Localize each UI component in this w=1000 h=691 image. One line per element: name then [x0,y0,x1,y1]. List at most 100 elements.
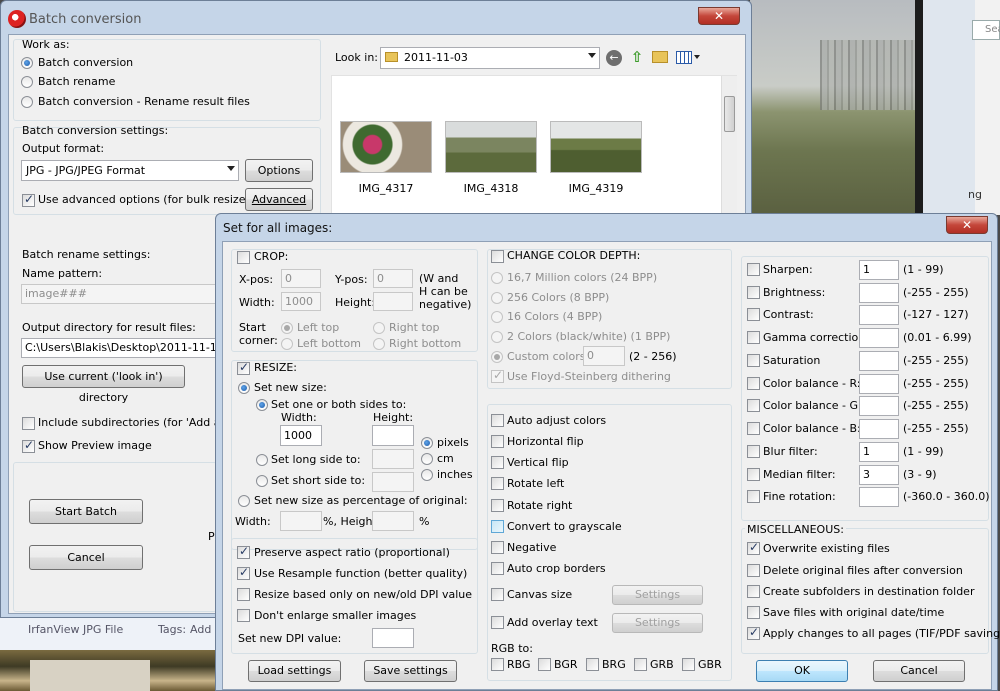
include-subdirs-checkbox[interactable] [22,417,35,430]
rgb-rbg-checkbox[interactable] [491,658,504,671]
batch-cancel-button[interactable]: Cancel [29,545,143,570]
gamma-checkbox[interactable] [747,331,760,344]
corner-right-top-label[interactable]: Right top [389,321,440,334]
create-subfolders-label[interactable]: Create subfolders in destination folder [763,585,974,598]
color-balance-g-label[interactable]: Color balance - G: [763,399,862,412]
depth-24bpp-label[interactable]: 16,7 Million colors (24 BPP) [507,271,657,284]
depth-1bpp-label[interactable]: 2 Colors (black/white) (1 BPP) [507,330,670,343]
save-settings-button[interactable]: Save settings [364,660,457,682]
resize-height-input[interactable] [372,425,414,446]
original-datetime-label[interactable]: Save files with original date/time [763,606,944,619]
long-side-radio[interactable] [256,454,268,466]
horizontal-flip-checkbox[interactable] [491,435,504,448]
unit-pixels-label[interactable]: pixels [437,436,469,449]
negative-label[interactable]: Negative [507,541,556,554]
vertical-flip-label[interactable]: Vertical flip [507,456,569,469]
corner-right-bottom-label[interactable]: Right bottom [389,337,461,350]
load-settings-button[interactable]: Load settings [248,660,341,682]
rgb-rbg-label[interactable]: RBG [507,658,531,671]
contrast-label[interactable]: Contrast: [763,308,814,321]
sharpen-label[interactable]: Sharpen: [763,263,813,276]
floyd-steinberg-label[interactable]: Use Floyd-Steinberg dithering [507,370,671,383]
color-balance-r-label[interactable]: Color balance - R: [763,377,861,390]
look-in-dropdown[interactable]: 2011-11-03 [380,47,600,69]
crop-checkbox[interactable] [237,251,250,264]
set-new-size-label[interactable]: Set new size: [254,381,327,394]
dialog-cancel-button[interactable]: Cancel [873,660,965,682]
median-filter-input[interactable]: 3 [859,465,899,485]
depth-8bpp-label[interactable]: 256 Colors (8 BPP) [507,291,609,304]
vertical-flip-checkbox[interactable] [491,456,504,469]
resize-checkbox[interactable] [237,360,250,375]
unit-inches-label[interactable]: inches [437,468,473,481]
background-search-box[interactable]: Sea [972,20,1000,40]
rgb-gbr-label[interactable]: GBR [698,658,722,671]
resize-label[interactable]: RESIZE: [254,361,297,374]
new-folder-icon[interactable] [652,51,668,63]
dpi-value-input[interactable] [372,628,414,648]
median-filter-checkbox[interactable] [747,468,760,481]
grayscale-checkbox[interactable] [491,520,504,533]
use-current-directory-button[interactable]: Use current ('look in') directory [22,365,185,404]
saturation-checkbox[interactable] [747,354,760,367]
auto-adjust-colors-checkbox[interactable] [491,414,504,427]
delete-originals-checkbox[interactable] [747,564,760,577]
up-folder-icon[interactable]: ⇧ [628,49,646,67]
radio-batch-rename[interactable] [21,76,33,88]
unit-cm-label[interactable]: cm [437,452,454,465]
radio-conversion-rename-label[interactable]: Batch conversion - Rename result files [38,95,250,108]
long-side-input[interactable] [372,449,414,469]
floyd-steinberg-checkbox[interactable] [491,368,504,383]
corner-left-bottom-radio[interactable] [281,338,293,350]
delete-originals-label[interactable]: Delete original files after conversion [763,564,963,577]
overlay-text-settings-button[interactable]: Settings [612,613,703,633]
brightness-checkbox[interactable] [747,286,760,299]
depth-custom-label[interactable]: Custom colors: [507,350,589,363]
blur-filter-input[interactable]: 1 [859,442,899,462]
back-icon[interactable]: ← [606,50,622,66]
contrast-input[interactable] [859,305,899,325]
brightness-input[interactable] [859,283,899,303]
ok-button[interactable]: OK [756,660,848,682]
radio-batch-rename-label[interactable]: Batch rename [38,75,115,88]
background-status-add[interactable]: Add [190,623,211,636]
dpi-resize-label[interactable]: Resize based only on new/old DPI value [254,588,472,601]
fine-rotation-input[interactable] [859,487,899,507]
canvas-size-settings-button[interactable]: Settings [612,585,703,605]
crop-xpos-input[interactable]: 0 [281,269,321,288]
color-balance-r-checkbox[interactable] [747,377,760,390]
gamma-label[interactable]: Gamma correction: [763,331,869,344]
corner-left-bottom-label[interactable]: Left bottom [297,337,361,350]
depth-4bpp-label[interactable]: 16 Colors (4 BPP) [507,310,602,323]
gamma-input[interactable] [859,328,899,348]
radio-batch-conversion-label[interactable]: Batch conversion [38,56,133,69]
thumbnail-img-4318[interactable] [445,121,537,173]
canvas-size-label[interactable]: Canvas size [507,588,572,601]
rotate-left-label[interactable]: Rotate left [507,477,564,490]
blur-filter-checkbox[interactable] [747,445,760,458]
rgb-grb-checkbox[interactable] [634,658,647,671]
blur-filter-label[interactable]: Blur filter: [763,445,818,458]
auto-adjust-colors-label[interactable]: Auto adjust colors [507,414,606,427]
view-menu-chevron-icon[interactable] [694,55,700,59]
color-balance-r-input[interactable] [859,374,899,394]
crop-width-input[interactable]: 1000 [281,292,321,311]
radio-conversion-rename[interactable] [21,96,33,108]
saturation-label[interactable]: Saturation [763,354,820,367]
sharpen-checkbox[interactable] [747,263,760,276]
horizontal-flip-label[interactable]: Horizontal flip [507,435,584,448]
one-or-both-sides-radio[interactable] [256,399,268,411]
show-preview-label[interactable]: Show Preview image [38,439,152,452]
short-side-input[interactable] [372,472,414,492]
thumbnail-caption[interactable]: IMG_4318 [445,182,537,195]
dpi-resize-checkbox[interactable] [237,588,250,601]
overlay-text-checkbox[interactable] [491,616,504,629]
rgb-brg-checkbox[interactable] [586,658,599,671]
original-datetime-checkbox[interactable] [747,606,760,619]
thumbnail-img-4319[interactable] [550,121,642,173]
crop-height-input[interactable] [373,292,413,311]
auto-crop-borders-label[interactable]: Auto crop borders [507,562,606,575]
crop-ypos-input[interactable]: 0 [373,269,413,288]
sharpen-input[interactable]: 1 [859,260,899,280]
percentage-label[interactable]: Set new size as percentage of original: [254,494,468,507]
